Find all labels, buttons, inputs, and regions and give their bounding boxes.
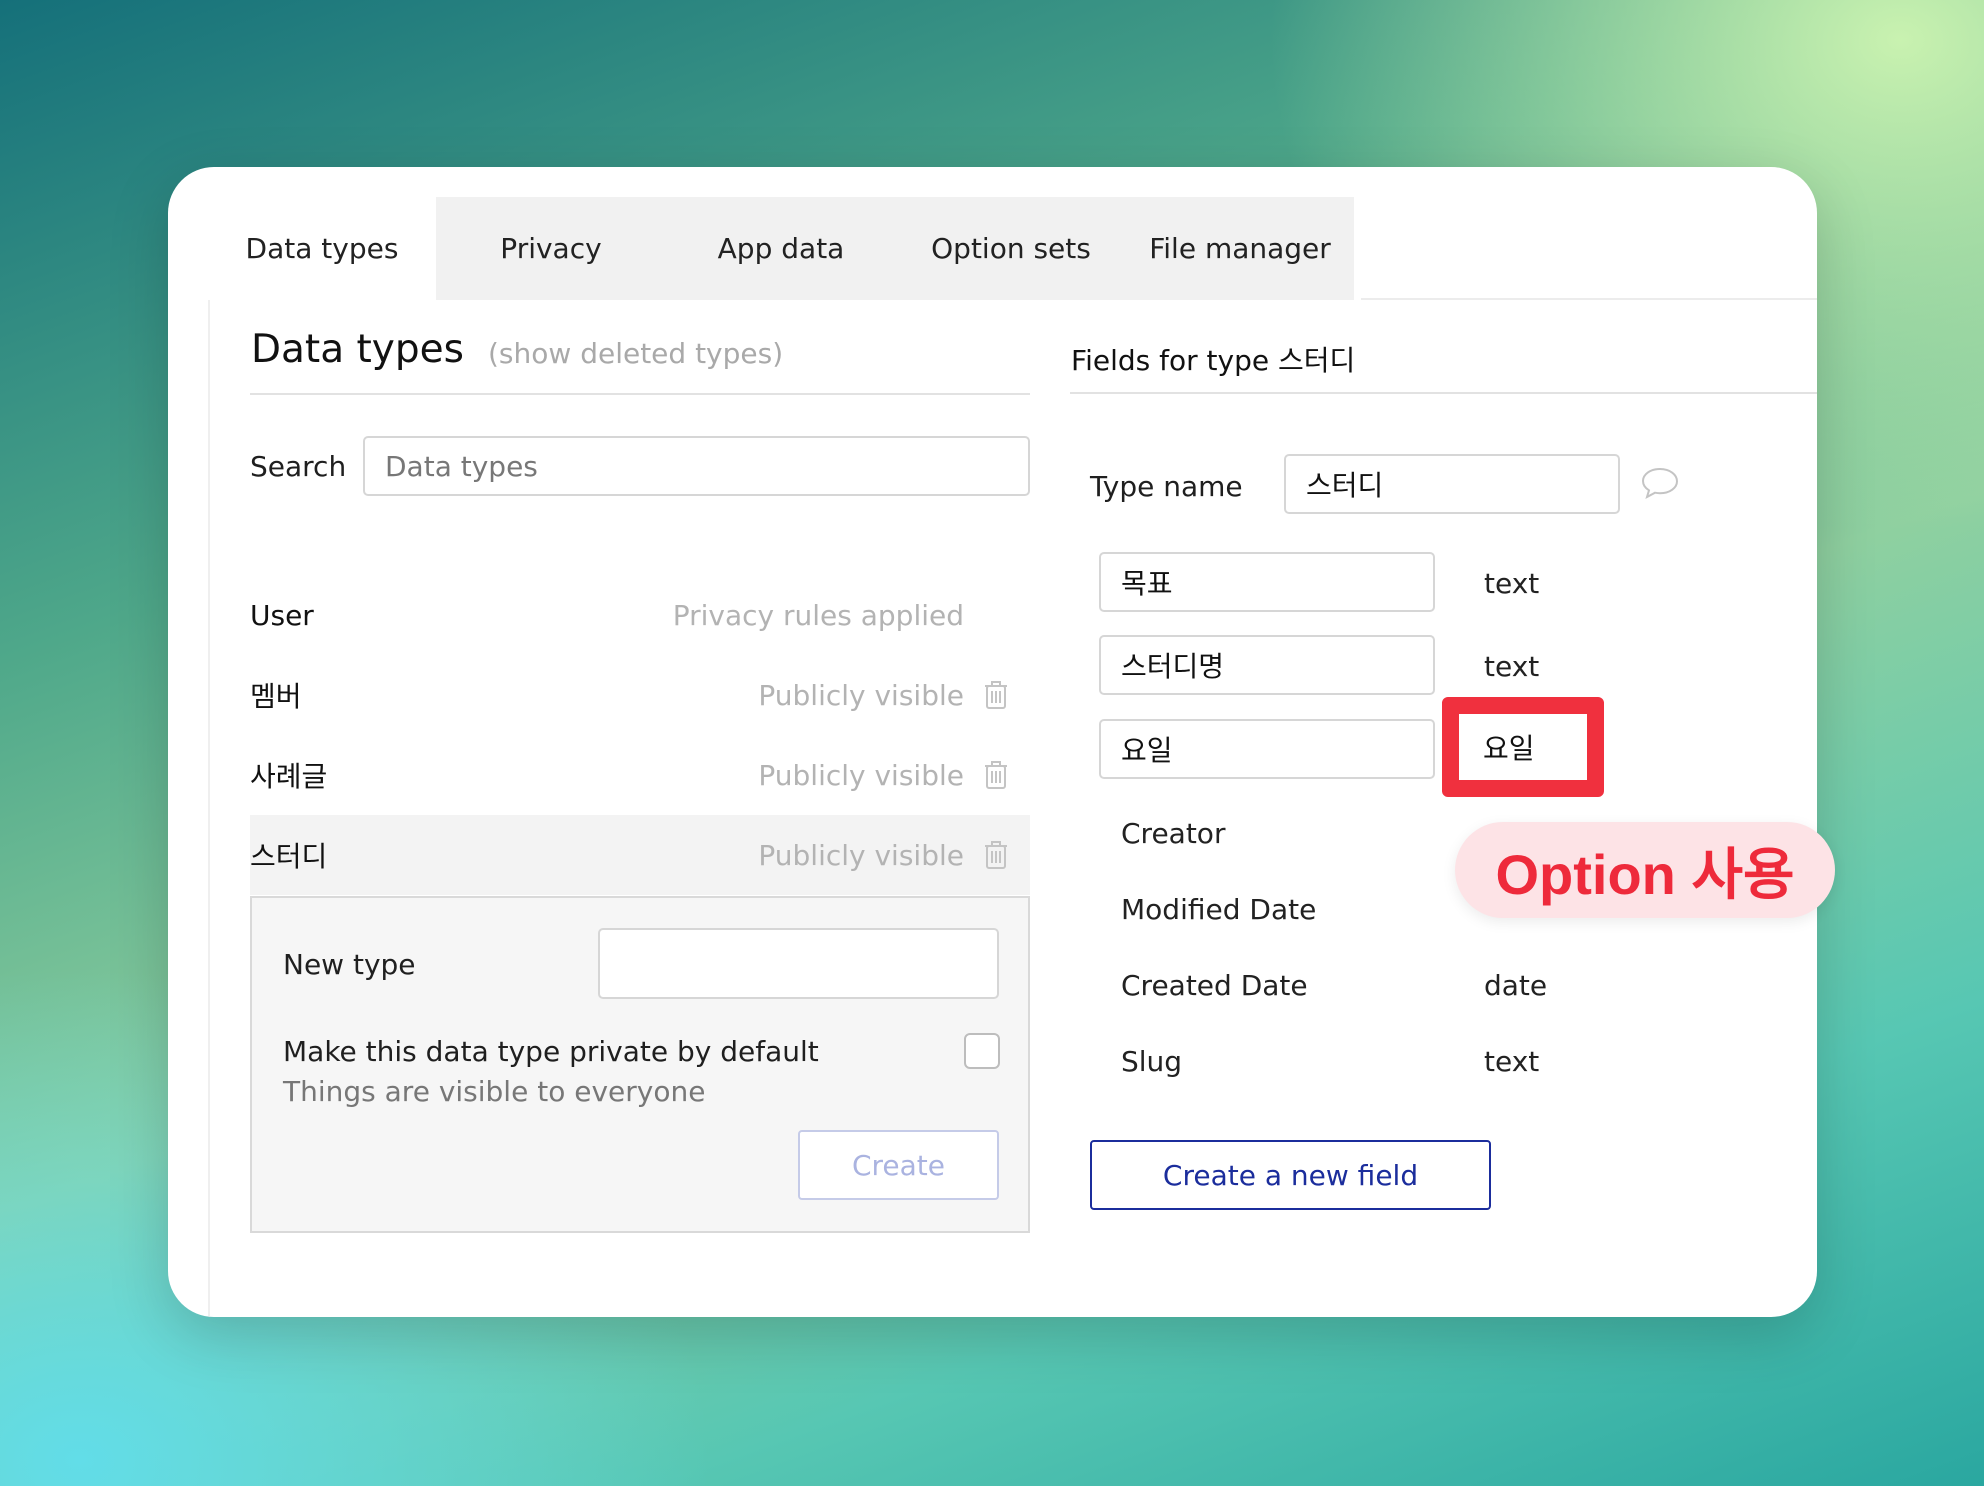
private-default-hint: Things are visible to everyone bbox=[283, 1075, 706, 1108]
builtin-field-name: Creator bbox=[1121, 817, 1226, 850]
data-type-status: Publicly visible bbox=[758, 758, 964, 792]
tab-bar: Data types Privacy App data Option sets … bbox=[208, 197, 1354, 300]
trash-icon[interactable] bbox=[976, 675, 1016, 715]
new-type-input[interactable] bbox=[598, 928, 999, 999]
data-type-row-member[interactable]: 멤버 Publicly visible bbox=[250, 655, 1030, 735]
data-type-row-case-post[interactable]: 사례글 Publicly visible bbox=[250, 735, 1030, 815]
field-type: text bbox=[1484, 567, 1540, 600]
data-type-status: Publicly visible bbox=[758, 838, 964, 872]
left-divider bbox=[250, 393, 1030, 395]
tab-file-manager[interactable]: File manager bbox=[1126, 197, 1354, 300]
main-card: Data types Privacy App data Option sets … bbox=[168, 167, 1817, 1317]
field-name-input[interactable] bbox=[1099, 552, 1435, 612]
tab-option-sets[interactable]: Option sets bbox=[896, 197, 1126, 300]
field-type: 요일 bbox=[1483, 732, 1535, 765]
field-name-input[interactable] bbox=[1099, 719, 1435, 779]
tab-app-data[interactable]: App data bbox=[666, 197, 896, 300]
card-left-border bbox=[208, 197, 210, 1317]
tab-data-types[interactable]: Data types bbox=[208, 197, 436, 300]
data-type-status: Publicly visible bbox=[758, 678, 964, 712]
tab-privacy[interactable]: Privacy bbox=[436, 197, 666, 300]
data-type-row-study[interactable]: 스터디 Publicly visible bbox=[250, 815, 1030, 895]
new-type-label: New type bbox=[283, 948, 416, 981]
private-default-label: Make this data type private by default bbox=[283, 1035, 819, 1068]
comment-icon[interactable] bbox=[1640, 465, 1680, 501]
search-label: Search bbox=[250, 450, 347, 483]
type-name-label: Type name bbox=[1090, 470, 1243, 503]
data-type-name: 스터디 bbox=[250, 840, 328, 873]
private-default-checkbox[interactable] bbox=[964, 1033, 1000, 1069]
type-name-input[interactable] bbox=[1284, 454, 1620, 514]
builtin-field-name: Modified Date bbox=[1121, 893, 1317, 926]
search-input[interactable] bbox=[363, 436, 1030, 496]
field-type: text bbox=[1484, 650, 1540, 683]
trash-icon[interactable] bbox=[976, 835, 1016, 875]
data-type-name: User bbox=[250, 598, 314, 632]
data-type-name: 사례글 bbox=[250, 760, 328, 793]
field-name-input[interactable] bbox=[1099, 635, 1435, 695]
field-type: date bbox=[1484, 969, 1548, 1002]
create-new-field-button[interactable]: Create a new field bbox=[1090, 1140, 1491, 1210]
option-callout: Option 사용 bbox=[1455, 822, 1835, 918]
show-deleted-types-link[interactable]: (show deleted types) bbox=[488, 337, 783, 370]
data-type-status: Privacy rules applied bbox=[672, 598, 964, 632]
data-types-heading: Data types bbox=[251, 327, 464, 372]
data-type-row-user[interactable]: User Privacy rules applied bbox=[250, 575, 1030, 655]
builtin-field-name: Slug bbox=[1121, 1045, 1183, 1078]
builtin-field-name: Created Date bbox=[1121, 969, 1308, 1002]
right-divider bbox=[1070, 392, 1817, 394]
new-type-panel: New type Make this data type private by … bbox=[250, 896, 1030, 1233]
field-type: text bbox=[1484, 1045, 1540, 1078]
fields-heading: Fields for type 스터디 bbox=[1071, 344, 1356, 377]
trash-icon[interactable] bbox=[976, 755, 1016, 795]
data-type-name: 멤버 bbox=[250, 680, 302, 713]
field-type-highlight[interactable]: 요일 bbox=[1442, 697, 1604, 797]
tab-divider bbox=[1361, 298, 1817, 300]
create-type-button[interactable]: Create bbox=[798, 1130, 999, 1200]
